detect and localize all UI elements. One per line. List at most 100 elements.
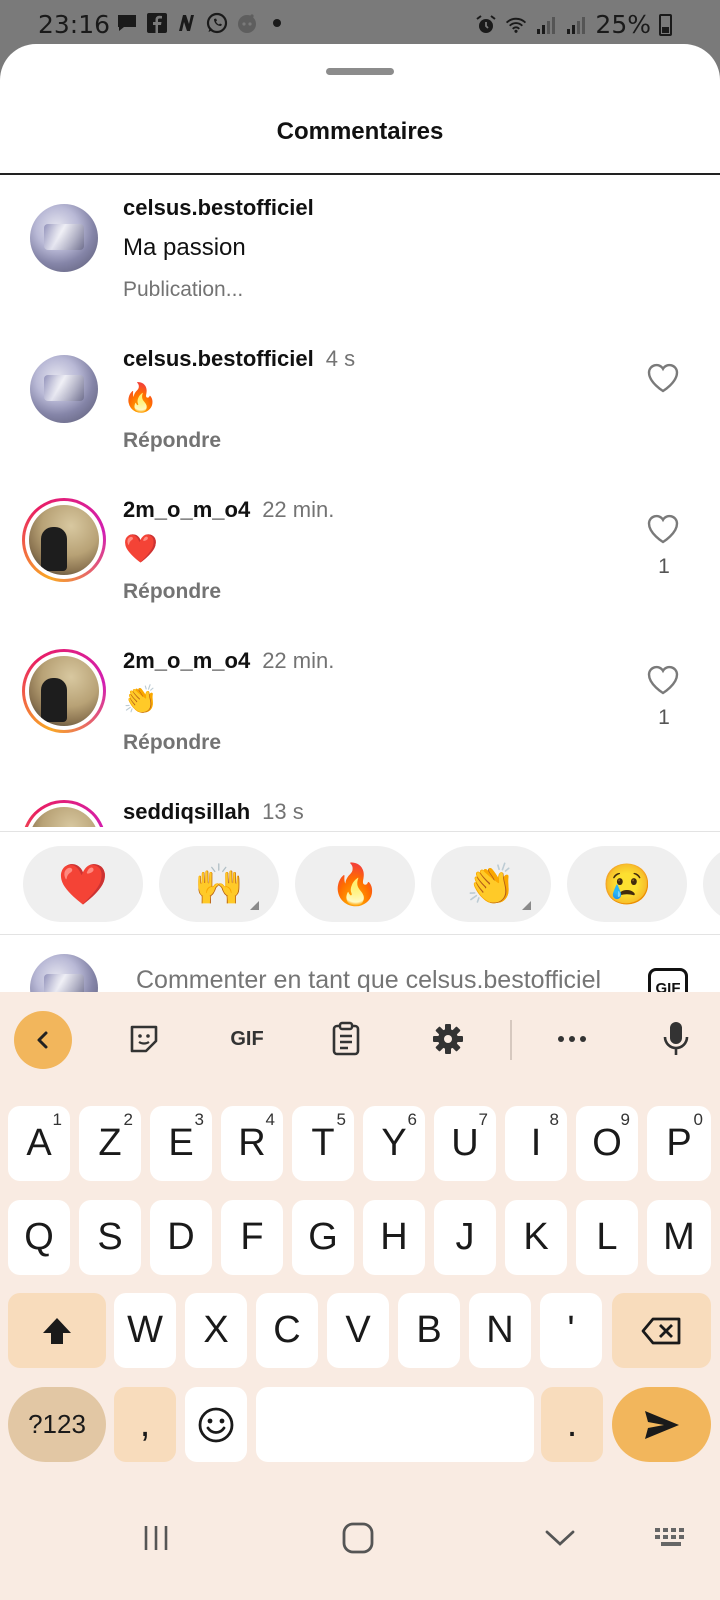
key-c[interactable]: C [256,1293,318,1368]
key-i[interactable]: I8 [505,1106,567,1181]
reaction-fire-button[interactable]: 🔥 [295,846,415,922]
key-p[interactable]: P0 [647,1106,711,1181]
key-u[interactable]: U7 [434,1106,496,1181]
reply-button[interactable]: Répondre [123,580,221,604]
key-label: Y [381,1122,407,1164]
wifi-icon [505,14,527,36]
period-key[interactable]: . [541,1387,603,1462]
symbols-key[interactable]: ?123 [8,1387,106,1462]
key-d[interactable]: D [150,1200,212,1275]
key-f[interactable]: F [221,1200,283,1275]
key-x[interactable]: X [185,1293,247,1368]
avatar[interactable] [30,355,98,423]
reaction-clap-button[interactable]: 👏 [431,846,551,922]
comment-username[interactable]: 2m_o_m_o4 [123,648,250,673]
key-k[interactable]: K [505,1200,567,1275]
key-s[interactable]: S [79,1200,141,1275]
fire-emoji: 🔥 [330,862,380,907]
send-key[interactable] [612,1387,711,1462]
key-h[interactable]: H [363,1200,425,1275]
gif-icon[interactable]: GIF [222,1016,272,1062]
recent-apps-icon[interactable] [136,1518,176,1558]
key-apostrophe[interactable]: ' [540,1293,602,1368]
key-r[interactable]: R4 [221,1106,283,1181]
key-w[interactable]: W [114,1293,176,1368]
drag-handle[interactable] [326,68,394,75]
key-z[interactable]: Z2 [79,1106,141,1181]
comment-username[interactable]: celsus.bestofficiel [123,346,314,371]
emoji-key[interactable] [185,1387,247,1462]
home-icon[interactable] [338,1518,378,1558]
caption-more[interactable]: Publication... [123,278,243,302]
comment-input[interactable] [136,966,616,995]
chevron-left-icon[interactable] [14,1011,72,1069]
shift-key[interactable] [8,1293,106,1368]
comma-key[interactable]: , [114,1387,176,1462]
avatar-story-ring[interactable] [22,800,106,827]
chevron-down-icon[interactable] [540,1518,580,1558]
skin-tone-indicator [250,901,259,910]
comment-header: celsus.bestofficiel 4 s [123,346,355,372]
status-bar: 23:16 25% [0,0,720,50]
comment-header: 2m_o_m_o4 22 min. [123,497,334,523]
key-label: P [666,1122,692,1164]
sticker-icon[interactable] [124,1016,164,1062]
comments-list[interactable]: celsus.bestofficiel Ma passion Publicati… [0,175,720,827]
key-hint: 8 [549,1110,559,1129]
comment-time: 22 min. [262,497,335,522]
key-t[interactable]: T5 [292,1106,354,1181]
comment-time: 22 min. [262,648,335,673]
caption-text: Ma passion [123,234,246,261]
reaction-more-button[interactable] [703,846,720,922]
heart-icon[interactable] [646,362,682,396]
quick-reactions-bar: ❤️ 🙌 🔥 👏 😢 [0,831,720,935]
avatar [29,656,99,726]
keyboard-icon[interactable] [652,1518,692,1558]
key-b[interactable]: B [398,1293,460,1368]
gear-icon[interactable] [428,1016,468,1062]
heart-icon[interactable] [646,664,682,698]
key-n[interactable]: N [469,1293,531,1368]
facebook-icon [146,12,168,34]
whatsapp-icon [206,12,228,34]
heart-icon[interactable] [646,513,682,547]
reaction-raised-hands-button[interactable]: 🙌 [159,846,279,922]
avatar-story-ring[interactable] [22,649,106,733]
reply-button[interactable]: Répondre [123,731,221,755]
reaction-crying-button[interactable]: 😢 [567,846,687,922]
key-o[interactable]: O9 [576,1106,638,1181]
send-icon [644,1410,679,1439]
key-y[interactable]: Y6 [363,1106,425,1181]
key-m[interactable]: M [647,1200,711,1275]
reaction-heart-button[interactable]: ❤️ [23,846,143,922]
clipboard-icon[interactable] [326,1016,366,1062]
comment-username[interactable]: seddiqsillah [123,799,250,824]
system-icons: 25% [475,10,672,39]
comment-time: 13 s [262,799,304,824]
backspace-icon [641,1317,680,1344]
battery-icon [659,13,672,36]
microphone-icon[interactable] [656,1016,696,1062]
avatar[interactable] [30,204,98,272]
skin-tone-indicator [522,901,531,910]
comment-item: 2m_o_m_o4 22 min. 👏 Répondre 1 [0,628,720,778]
comment-username[interactable]: 2m_o_m_o4 [123,497,250,522]
key-l[interactable]: L [576,1200,638,1275]
key-hint: 3 [194,1110,204,1129]
key-v[interactable]: V [327,1293,389,1368]
key-q[interactable]: Q [8,1200,70,1275]
space-key[interactable] [256,1387,534,1462]
key-g[interactable]: G [292,1200,354,1275]
backspace-key[interactable] [612,1293,711,1368]
key-a[interactable]: A1 [8,1106,70,1181]
key-e[interactable]: E3 [150,1106,212,1181]
smiley-icon [198,1407,234,1442]
reply-button[interactable]: Répondre [123,429,221,453]
caption-username[interactable]: celsus.bestofficiel [123,195,314,221]
more-icon[interactable] [552,1016,592,1062]
dot-icon [266,12,288,34]
avatar-story-ring[interactable] [22,498,106,582]
caption-item: celsus.bestofficiel Ma passion Publicati… [0,175,720,325]
key-j[interactable]: J [434,1200,496,1275]
key-hint: 9 [620,1110,630,1129]
